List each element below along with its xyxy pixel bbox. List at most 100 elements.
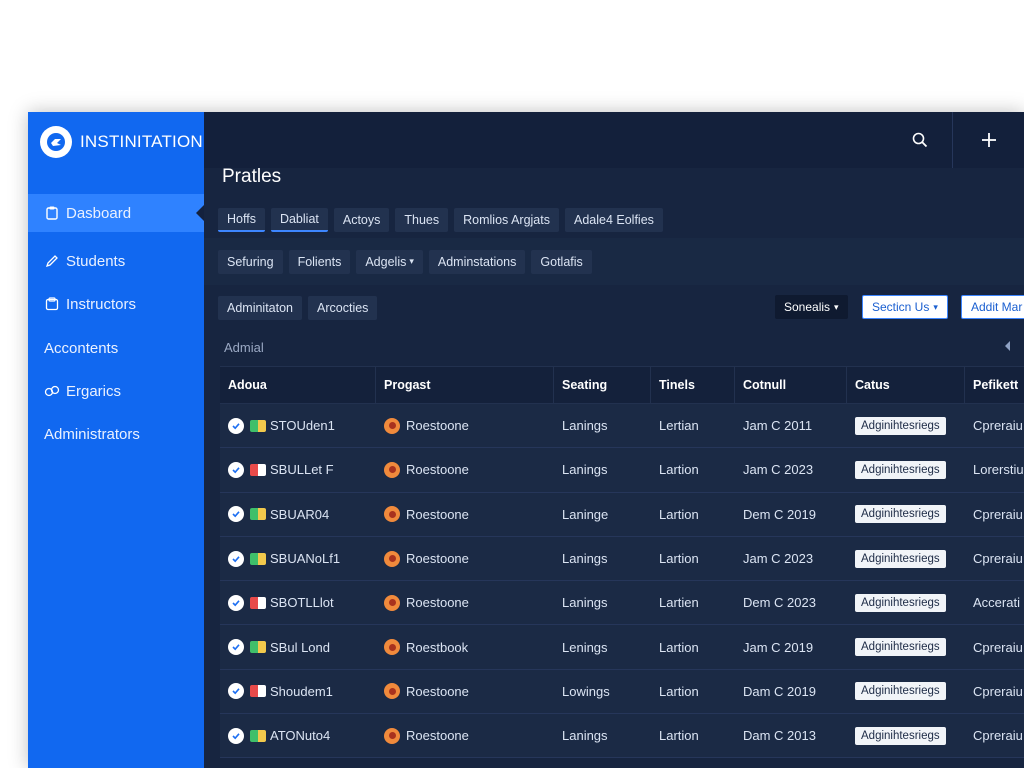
flag-icon xyxy=(250,729,266,742)
seating-cell: Lowings xyxy=(562,683,610,699)
filter-adminitaton[interactable]: Adminitaton xyxy=(218,296,303,320)
table-row[interactable]: SBUANoLf1 Roestoone Lanings Lartion Jam C 20… xyxy=(220,536,1024,582)
filter-sefuring[interactable]: Sefuring xyxy=(218,249,283,274)
column-header[interactable]: Seating xyxy=(554,366,651,404)
tab-adale4-eolfies[interactable]: Adale4 Eolfies xyxy=(564,208,663,232)
date-cell: Dam C 2013 xyxy=(743,728,816,744)
date-cell: Jam C 2011 xyxy=(743,418,813,434)
avatar xyxy=(384,727,400,744)
check-circle-icon[interactable] xyxy=(228,594,244,611)
date-cell: Jam C 2023 xyxy=(743,462,814,478)
column-header[interactable]: Progast xyxy=(376,366,554,404)
flag-icon xyxy=(250,552,266,565)
status-cell: Adginihtesriegs xyxy=(847,448,965,492)
status-badge[interactable]: Adginihtesriegs xyxy=(855,682,946,701)
avatar xyxy=(384,550,400,567)
flag-icon xyxy=(250,419,266,432)
column-header[interactable]: Catus xyxy=(847,366,965,404)
filter-adminstations[interactable]: Adminstations xyxy=(428,249,526,274)
chevron-down-icon: ▾ xyxy=(409,256,414,266)
sidebar-item-students[interactable]: Students xyxy=(28,242,204,280)
status-badge[interactable]: Adginihtesriegs xyxy=(855,460,946,479)
add-more-button[interactable]: Addit Mar xyxy=(961,295,1024,319)
sidebar-item-accontents[interactable]: Accontents xyxy=(28,329,204,367)
table-header: Adoua Progast Seating Tinels Cotnull Cat… xyxy=(220,366,1024,404)
table-row[interactable]: ATONuto4 Roestoone Lanings Lartion Dam C 201… xyxy=(220,714,1024,759)
table-row[interactable]: SBul Lond Roestbook Lenings Lartion Jam C 20… xyxy=(220,625,1024,670)
student-cell: SBOTLLlot xyxy=(220,581,376,625)
student-name: SBOTLLlot xyxy=(270,595,334,611)
check-circle-icon[interactable] xyxy=(228,727,244,744)
section-label: Admial xyxy=(224,340,264,355)
student-name: SBUAR04 xyxy=(270,506,330,522)
check-circle-icon[interactable] xyxy=(228,417,244,434)
tab-dabliat[interactable]: Dabliat xyxy=(270,208,328,232)
check-circle-icon[interactable] xyxy=(228,683,244,700)
check-circle-icon[interactable] xyxy=(228,506,244,523)
students-table: Adoua Progast Seating Tinels Cotnull Cat… xyxy=(220,366,1024,759)
folder-icon xyxy=(44,296,60,312)
tab-romlios-argjats[interactable]: Romlios Argjats xyxy=(454,208,559,232)
table-row[interactable]: SBUAR04 Roestoone Laninge Lartion Dem C 2019… xyxy=(220,492,1024,537)
extra-cell: Lorerstiu xyxy=(973,462,1024,478)
filter-adgelis-dropdown[interactable]: Adgelis ▾ xyxy=(356,249,423,274)
avatar xyxy=(384,506,400,523)
pencil-icon xyxy=(44,253,60,269)
search-button[interactable] xyxy=(900,120,940,160)
section-dropdown[interactable]: Secticn Us ▾ xyxy=(862,295,948,319)
sidebar-item-dashboard[interactable]: Dasboard xyxy=(28,194,204,232)
sidebar-item-label: Accontents xyxy=(44,339,119,357)
status-cell: Adginihtesriegs xyxy=(847,404,965,448)
tab-thues[interactable]: Thues xyxy=(395,208,449,232)
seating-cell: Lanings xyxy=(562,595,608,611)
filter-adgelis-label: Adgelis xyxy=(365,254,407,269)
avatar xyxy=(384,461,400,478)
table-row[interactable]: Shoudem1 Roestoone Lowings Lartion Dam C 201… xyxy=(220,669,1024,715)
table-row[interactable]: SBOTLLlot Roestoone Lanings Lartien Dem C 20… xyxy=(220,581,1024,626)
date-cell: Dem C 2023 xyxy=(743,595,816,611)
status-badge[interactable]: Adginihtesriegs xyxy=(855,593,946,612)
column-header[interactable]: Tinels xyxy=(651,366,735,404)
sidebar-item-ergarics[interactable]: Ergarics xyxy=(28,372,204,410)
seating-cell: Laninge xyxy=(562,506,609,522)
student-cell: STOUden1 xyxy=(220,404,376,448)
filter-tabs-row-2: Sefuring Folients Adgelis ▾ Adminstation… xyxy=(204,238,1024,285)
status-badge[interactable]: Adginihtesriegs xyxy=(855,505,946,524)
check-circle-icon[interactable] xyxy=(228,550,244,567)
status-badge[interactable]: Adginihtesriegs xyxy=(855,416,946,435)
sidebar-item-label: Students xyxy=(66,252,126,270)
add-button[interactable] xyxy=(969,120,1009,160)
check-circle-icon[interactable] xyxy=(228,639,244,656)
status-badge[interactable]: Adginihtesriegs xyxy=(855,549,946,568)
column-header[interactable]: Cotnull xyxy=(735,366,847,404)
column-header[interactable]: Pefikett xyxy=(965,366,1024,404)
sidebar-item-label: Administrators xyxy=(44,425,140,443)
main-panel: Pratles Hoffs Dabliat Actoys Thues Romli… xyxy=(204,112,1024,768)
table-row[interactable]: SBULLet F Roestoone Lanings Lartion Jam C 20… xyxy=(220,448,1024,493)
tinels-cell: Lartion xyxy=(659,462,699,478)
chevron-left-icon[interactable] xyxy=(1000,338,1016,354)
table-row[interactable]: STOUden1 Roestoone Lanings Lertian Jam C 201… xyxy=(220,404,1024,449)
student-name: ATONuto4 xyxy=(270,728,331,744)
status-badge[interactable]: Adginihtesriegs xyxy=(855,726,946,745)
filter-arcocties[interactable]: Arcocties xyxy=(308,296,378,320)
brand-logo-icon xyxy=(40,126,72,158)
sort-dropdown[interactable]: Sonealis ▾ xyxy=(775,295,848,319)
seating-cell: Lanings xyxy=(562,462,608,478)
status-badge[interactable]: Adginihtesriegs xyxy=(855,638,946,657)
tinels-cell: Lartion xyxy=(659,506,699,522)
avatar xyxy=(384,594,400,611)
filter-folients[interactable]: Folients xyxy=(288,249,351,274)
sidebar-item-administrators[interactable]: Administrators xyxy=(28,415,204,453)
project-cell: Roestoone xyxy=(376,537,554,581)
extra-cell: Cpreraiu xyxy=(973,418,1023,434)
filter-gotlafis[interactable]: Gotlafis xyxy=(531,249,592,274)
date-cell: Dam C 2019 xyxy=(743,683,816,699)
tab-hoffs[interactable]: Hoffs xyxy=(218,208,265,232)
project-name: Roestoone xyxy=(406,506,469,522)
check-circle-icon[interactable] xyxy=(228,461,244,478)
sidebar-item-instructors[interactable]: Instructors xyxy=(28,285,204,323)
tab-actoys[interactable]: Actoys xyxy=(333,208,390,232)
column-header[interactable]: Adoua xyxy=(220,366,376,404)
brand[interactable]: INSTINITATION xyxy=(40,126,203,158)
